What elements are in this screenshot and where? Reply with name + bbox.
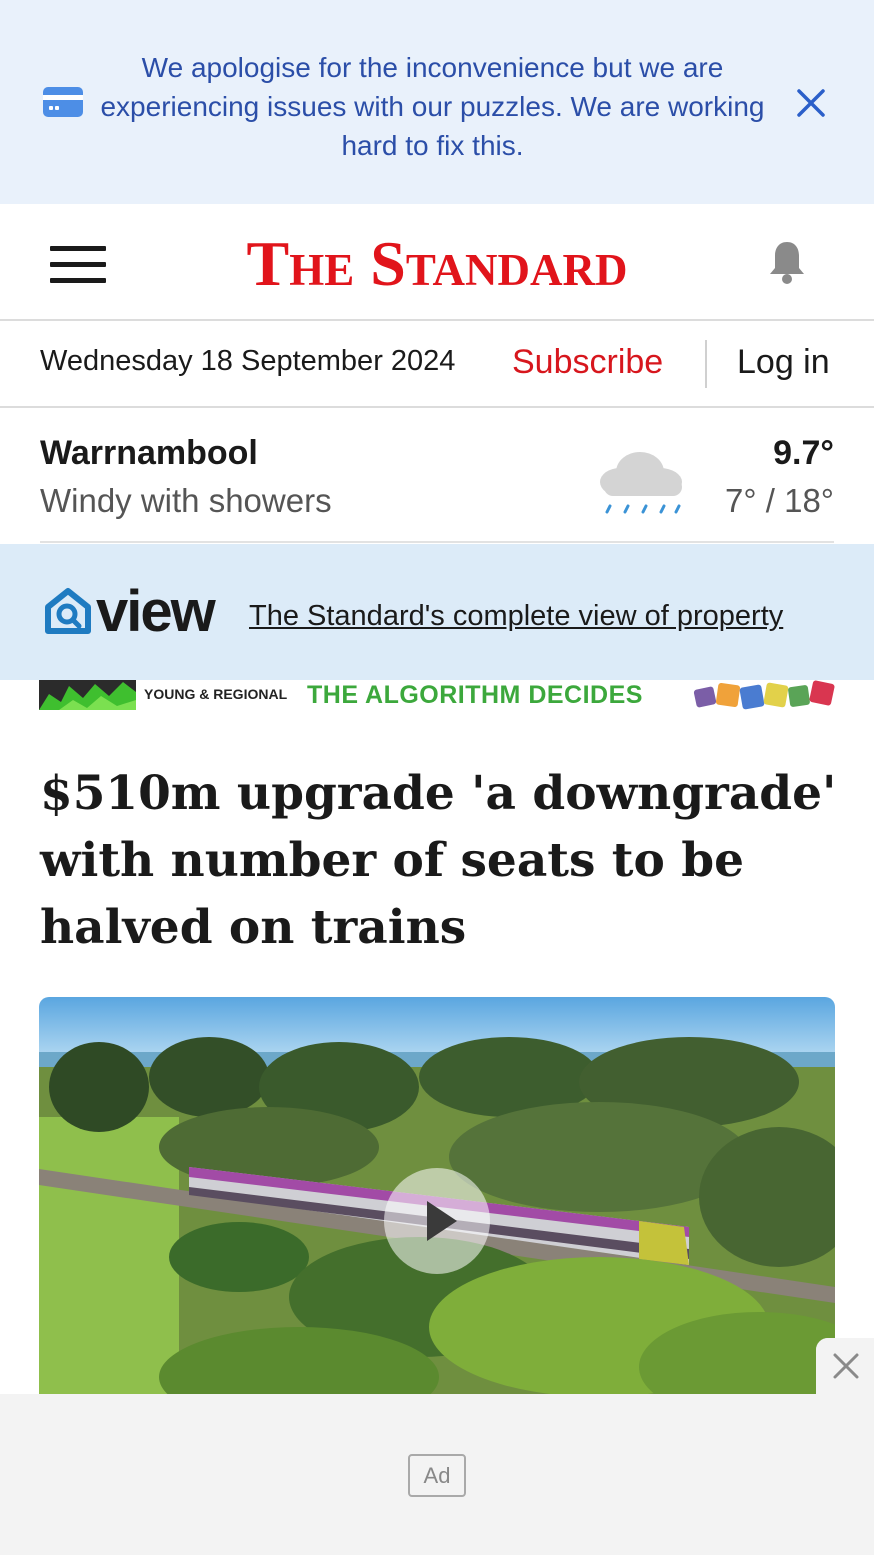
ad-app-icons	[693, 680, 835, 710]
sticky-ad: Ad	[0, 1394, 874, 1555]
play-button[interactable]	[384, 1168, 490, 1274]
weather-city: Warrnambool	[40, 434, 258, 472]
view-promo-link[interactable]: The Standard's complete view of property	[249, 600, 783, 633]
ad-strip-title: THE ALGORITHM DECIDES	[307, 681, 643, 709]
weather-widget[interactable]: Warrnambool Windy with showers 9.7° 7° /…	[0, 408, 874, 544]
notice-banner: We apologise for the inconvenience but w…	[0, 0, 874, 204]
ad-strip-small-text: YOUNG & REGIONAL	[144, 686, 288, 702]
ad-strip-banner[interactable]: YOUNG & REGIONAL THE ALGORITHM DECIDES	[39, 680, 835, 710]
view-brand: view	[96, 579, 216, 644]
login-link[interactable]: Log in	[737, 343, 830, 382]
weather-description: Windy with showers	[40, 482, 332, 519]
rain-cloud-icon	[600, 452, 682, 514]
play-icon	[427, 1201, 457, 1241]
close-icon[interactable]	[792, 84, 830, 122]
divider	[705, 340, 707, 388]
weather-current-temp: 9.7°	[773, 434, 834, 472]
notice-message: We apologise for the inconvenience but w…	[100, 52, 765, 161]
weather-temp-range: 7° / 18°	[725, 482, 834, 519]
hamburger-icon[interactable]	[50, 246, 106, 286]
credit-card-icon	[43, 87, 83, 117]
view-promo-bar[interactable]: view The Standard's complete view of pro…	[0, 544, 874, 680]
current-date: Wednesday 18 September 2024	[40, 345, 456, 377]
view-logo[interactable]: view	[44, 579, 216, 644]
subscribe-link[interactable]: Subscribe	[512, 343, 663, 382]
site-header: The Standard	[0, 204, 874, 321]
site-logo[interactable]: The Standard	[150, 226, 724, 302]
divider	[40, 541, 834, 543]
ad-badge: Ad	[408, 1454, 466, 1497]
bell-icon[interactable]	[766, 238, 808, 286]
close-icon[interactable]	[816, 1338, 874, 1394]
house-search-icon	[45, 588, 91, 634]
ad-artwork	[39, 680, 136, 710]
date-bar: Wednesday 18 September 2024 Subscribe Lo…	[0, 321, 874, 408]
article-headline[interactable]: $510m upgrade 'a downgrade' with number …	[40, 760, 840, 961]
